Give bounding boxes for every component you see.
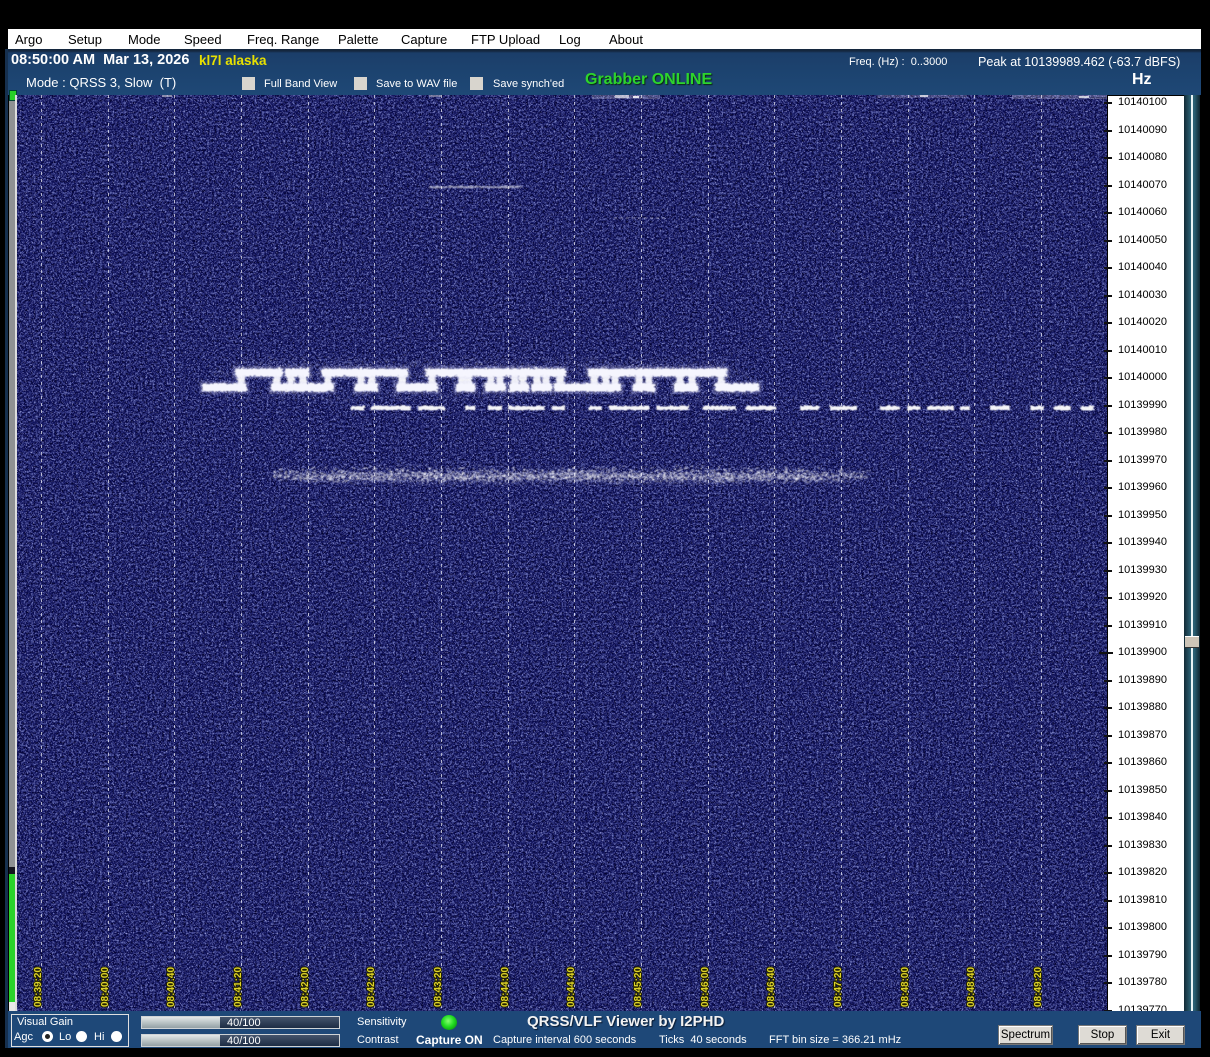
svg-text:08:48:00: 08:48:00 bbox=[900, 967, 911, 1007]
svg-text:08:49:20: 08:49:20 bbox=[1033, 967, 1044, 1007]
svg-text:08:42:40: 08:42:40 bbox=[366, 967, 377, 1007]
svg-text:08:45:20: 08:45:20 bbox=[633, 967, 644, 1007]
svg-text:08:39:20: 08:39:20 bbox=[33, 967, 44, 1007]
svg-text:08:46:00: 08:46:00 bbox=[700, 967, 711, 1007]
svg-text:08:43:20: 08:43:20 bbox=[433, 967, 444, 1007]
svg-text:08:41:20: 08:41:20 bbox=[233, 967, 244, 1007]
svg-text:08:44:00: 08:44:00 bbox=[500, 967, 511, 1007]
svg-text:08:40:00: 08:40:00 bbox=[100, 967, 111, 1007]
svg-text:08:40:40: 08:40:40 bbox=[166, 967, 177, 1007]
svg-text:08:42:00: 08:42:00 bbox=[300, 967, 311, 1007]
svg-text:08:46:40: 08:46:40 bbox=[766, 967, 777, 1007]
svg-text:08:47:20: 08:47:20 bbox=[833, 967, 844, 1007]
svg-text:08:48:40: 08:48:40 bbox=[966, 967, 977, 1007]
svg-text:08:44:40: 08:44:40 bbox=[566, 967, 577, 1007]
